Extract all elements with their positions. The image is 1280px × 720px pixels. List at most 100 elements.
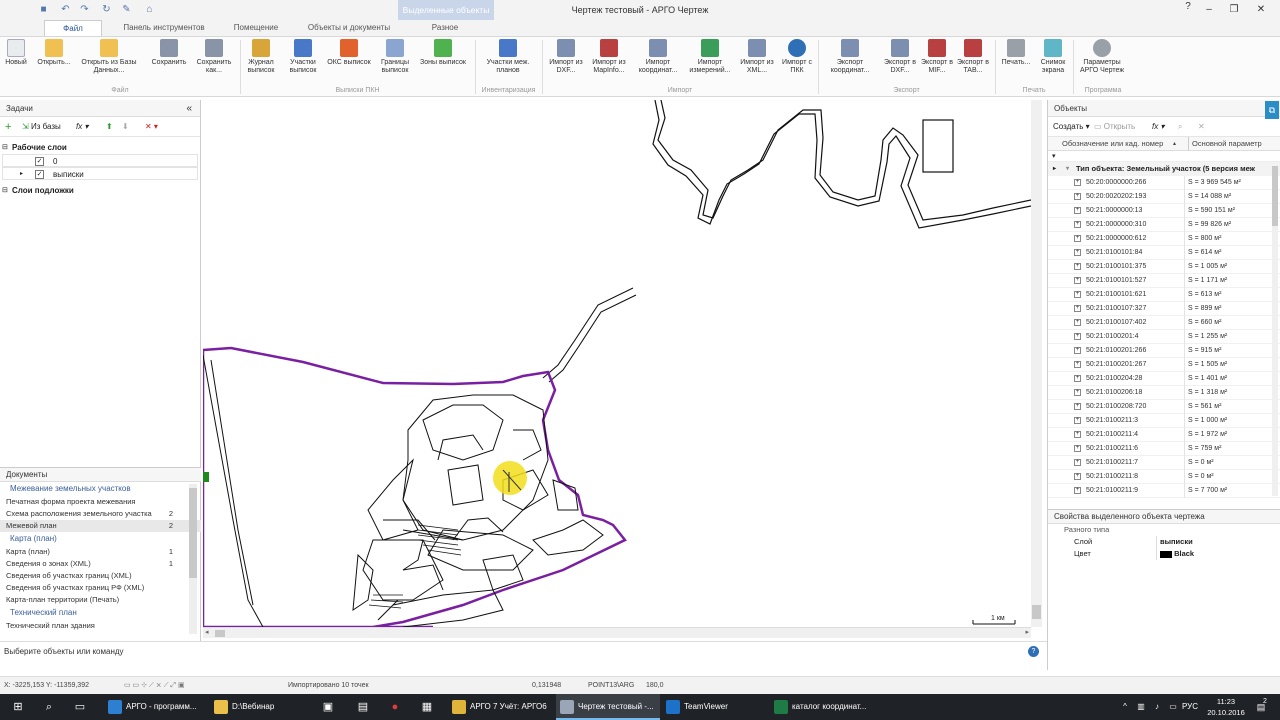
object-row[interactable]: +50:21:0100206:18 S = 1 318 м² <box>1048 386 1280 400</box>
doc-item[interactable]: Печатная форма проекта межевания <box>0 496 201 508</box>
expand-icon[interactable]: + <box>1074 277 1081 284</box>
open-object-button[interactable]: ▭ Открыть <box>1094 121 1135 133</box>
work-layers-header[interactable]: ⊟ Рабочие слои <box>0 141 200 154</box>
inv-parcels-button[interactable]: Участки меж. планов <box>482 39 534 75</box>
drawing-canvas[interactable]: 1 км <box>203 100 1043 641</box>
taskbar-app-argo-uchet[interactable]: АРГО 7 Учёт: АРГО6 <box>448 694 554 720</box>
object-row[interactable]: +50:21:0100208:720 S = 561 м² <box>1048 400 1280 414</box>
import-pkk-button[interactable]: Импорт с ПКК <box>780 39 814 75</box>
collapse-icon[interactable]: ▾ <box>1066 162 1069 176</box>
object-row[interactable]: +50:21:0100201:4 S = 1 255 м² <box>1048 330 1280 344</box>
open-button[interactable]: Открыть... <box>32 39 76 67</box>
doc-item[interactable]: Сведения об участках границ РФ (XML) <box>0 582 201 594</box>
function-icon[interactable]: fx ▾ <box>76 121 88 133</box>
search-icon[interactable]: ⌕ <box>42 700 56 714</box>
layer-visible-checkbox[interactable]: ✓ <box>35 170 44 179</box>
close-button[interactable]: ✕ <box>1254 3 1268 17</box>
journal-button[interactable]: Журнал выписок <box>244 39 278 75</box>
tray-chevron-icon[interactable]: ^ <box>1118 700 1132 714</box>
doc-item[interactable]: Сведения о зонах (XML) 1 <box>0 558 201 570</box>
doc-item[interactable]: Карта-план территории (Печать) <box>0 594 201 606</box>
scrollbar-thumb[interactable] <box>215 630 225 637</box>
delete-icon[interactable]: ✕ ▾ <box>145 121 158 133</box>
filter-row[interactable]: ▾ <box>1048 151 1280 162</box>
save-button[interactable]: Сохранить <box>148 39 190 67</box>
export-tab-button[interactable]: Экспорт в TAB... <box>956 39 990 75</box>
store-icon[interactable]: ▣ <box>321 700 335 714</box>
collapse-toggle-icon[interactable]: ⊟ <box>2 141 8 154</box>
expand-icon[interactable]: + <box>1074 193 1081 200</box>
expand-icon[interactable]: + <box>1074 417 1081 424</box>
sort-icon[interactable]: ▴ <box>1173 137 1176 151</box>
expand-icon[interactable]: + <box>1074 361 1081 368</box>
expand-icon[interactable]: + <box>1074 305 1081 312</box>
expand-icon[interactable]: + <box>1074 375 1081 382</box>
tab-toolbar[interactable]: Панель инструментов <box>118 20 210 36</box>
taskbar-app-argo-chertezh[interactable]: Чертеж тестовый -... <box>556 694 660 720</box>
expand-icon[interactable]: + <box>1074 459 1081 466</box>
tab-objects-docs[interactable]: Объекты и документы <box>300 20 398 36</box>
export-dxf-button[interactable]: Экспорт в DXF... <box>882 39 918 75</box>
network-icon[interactable]: ▥ <box>1134 700 1148 714</box>
from-db-button[interactable]: ⇲ Из базы <box>22 121 61 133</box>
app-icon[interactable]: ▤ <box>356 700 370 714</box>
delete-icon[interactable]: ✕ <box>1198 121 1205 133</box>
import-mapinfo-button[interactable]: Импорт из MapInfo... <box>588 39 630 75</box>
object-row[interactable]: +50:21:0100211:8 S = 0 м² <box>1048 470 1280 484</box>
add-icon[interactable]: + <box>5 121 11 133</box>
doc-section-title[interactable]: Технический план <box>0 606 201 620</box>
save-as-button[interactable]: Сохранить как... <box>194 39 234 75</box>
canvas-horizontal-scrollbar[interactable]: ◂ ▸ <box>203 627 1031 638</box>
canvas-vertical-scrollbar[interactable] <box>1031 100 1042 627</box>
object-row[interactable]: +50:21:0100101:621 S = 613 м² <box>1048 288 1280 302</box>
expand-icon[interactable]: + <box>1074 389 1081 396</box>
expand-icon[interactable]: + <box>1074 319 1081 326</box>
selected-boundary[interactable] <box>203 346 627 629</box>
borders-button[interactable]: Границы выписок <box>376 39 414 75</box>
doc-section-title[interactable]: Межевание земельных участков <box>0 482 201 496</box>
snap-icons[interactable]: ▭ ▭ ⊹ ⟋ ⨯ ⟋ ⤢ ▣ <box>124 677 185 695</box>
zones-button[interactable]: Зоны выписок <box>416 39 470 67</box>
expand-icon[interactable]: + <box>1074 487 1081 494</box>
expand-icon[interactable]: + <box>1074 445 1081 452</box>
settings-button[interactable]: Параметры АРГО Чертеж <box>1076 39 1128 75</box>
expand-icon[interactable]: + <box>1074 249 1081 256</box>
clock[interactable]: 11:23 20.10.2016 <box>1206 696 1246 718</box>
expand-icon[interactable]: + <box>1074 473 1081 480</box>
import-dxf-button[interactable]: Импорт из DXF... <box>546 39 586 75</box>
expand-arrow-icon[interactable]: ▸ <box>1053 162 1056 176</box>
doc-item[interactable]: Карта (план) 1 <box>0 546 201 558</box>
opera-icon[interactable]: ● <box>388 700 402 714</box>
taskbar-app-edge[interactable]: АРГО - программ... <box>104 694 204 720</box>
print-button[interactable]: Печать... <box>998 39 1034 67</box>
object-row[interactable]: +50:21:0100211:4 S = 1 972 м² <box>1048 428 1280 442</box>
expand-icon[interactable]: + <box>1074 403 1081 410</box>
tab-file[interactable]: Файл <box>44 20 102 36</box>
expand-icon[interactable]: + <box>1074 221 1081 228</box>
expand-arrow-icon[interactable]: ▸ <box>20 168 23 181</box>
column-header-code[interactable]: Обозначение или кад. номер <box>1062 137 1163 151</box>
minimize-button[interactable]: – <box>1202 3 1216 17</box>
task-view-icon[interactable]: ▭ <box>73 700 87 714</box>
scroll-right-icon[interactable]: ▸ <box>1025 628 1029 636</box>
object-row[interactable]: +50:21:0100211:6 S = 759 м² <box>1048 442 1280 456</box>
import-coords-button[interactable]: Импорт координат... <box>634 39 682 75</box>
taskbar-app-excel[interactable]: каталог координат... <box>770 694 880 720</box>
doc-item[interactable]: Технический план здания <box>0 620 201 632</box>
doc-item[interactable]: Схема расположения земельного участка 2 <box>0 508 201 520</box>
new-button[interactable]: Новый <box>2 39 30 67</box>
object-row[interactable]: +50:21:0100107:327 S = 899 м² <box>1048 302 1280 316</box>
object-row[interactable]: +50:21:0000000:310 S = 99 826 м² <box>1048 218 1280 232</box>
layer-visible-checkbox[interactable]: ✓ <box>35 157 44 166</box>
export-mif-button[interactable]: Экспорт в MIF... <box>920 39 954 75</box>
object-row[interactable]: +50:20:0000000:266 S = 3 969 545 м² <box>1048 176 1280 190</box>
language-indicator[interactable]: РУС <box>1182 694 1198 720</box>
maximize-button[interactable]: ❐ <box>1227 3 1241 17</box>
object-row[interactable]: +50:20:0020202:193 S = 14 088 м² <box>1048 190 1280 204</box>
scrollbar-thumb[interactable] <box>1272 166 1278 226</box>
app-icon-2[interactable]: ▦ <box>420 700 434 714</box>
side-panel-tab-icon[interactable]: ⧉ <box>1265 101 1279 119</box>
expand-icon[interactable]: + <box>1074 431 1081 438</box>
object-row[interactable]: +50:21:0100211:9 S = 7 700 м² <box>1048 484 1280 498</box>
collapse-toggle-icon[interactable]: ⊟ <box>2 184 8 197</box>
